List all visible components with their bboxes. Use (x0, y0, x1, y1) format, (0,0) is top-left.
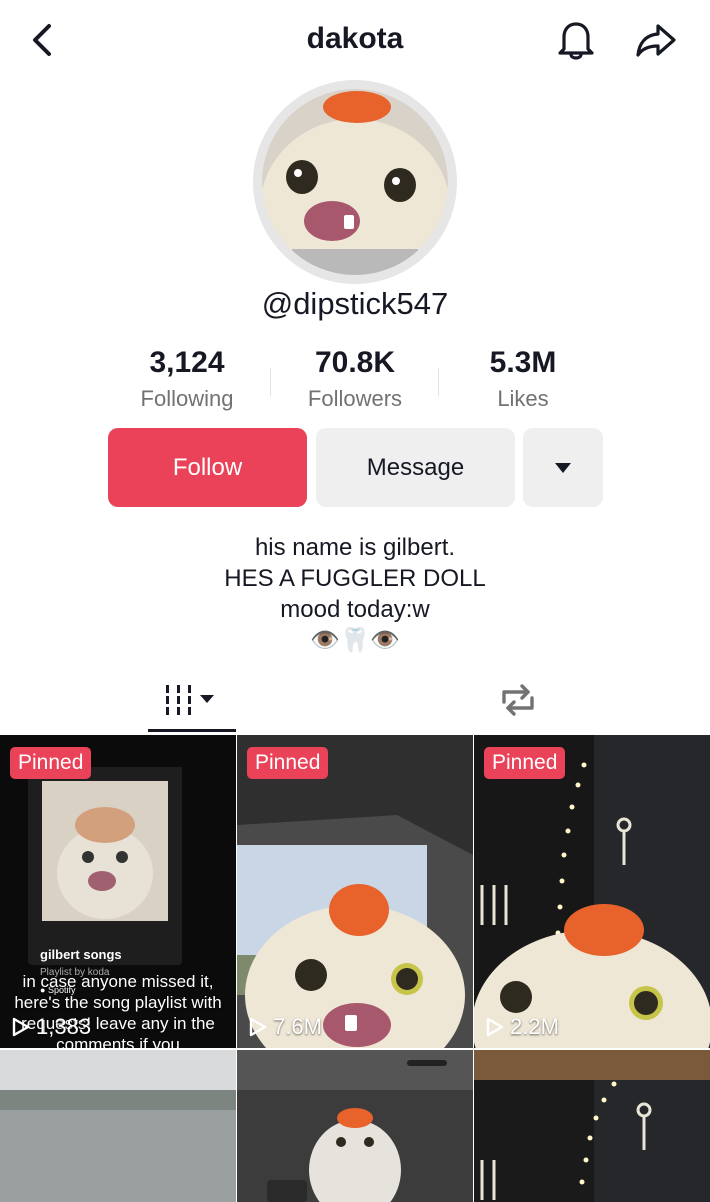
play-icon (12, 1017, 30, 1037)
follow-button[interactable]: Follow (108, 428, 307, 507)
profile-bio: his name is gilbert. HES A FUGGLER DOLL … (0, 532, 710, 656)
bio-line: his name is gilbert. (254, 534, 456, 561)
video-tile[interactable]: Pinned 2.2M (474, 735, 710, 1048)
view-count-label: 7.6M (273, 1014, 322, 1039)
playlist-title: gilbert songs (40, 947, 122, 962)
message-button[interactable]: Message (316, 428, 515, 507)
video-tile[interactable] (237, 1050, 473, 1202)
bell-icon (558, 22, 594, 60)
playlist-card: gilbert songs Playlist by koda ● Spotify (28, 767, 182, 995)
dropdown-caret-icon (555, 462, 571, 473)
avatar-image (262, 89, 448, 275)
view-count-label: 2.2M (510, 1014, 559, 1039)
profile-handle: @dipstick547 (261, 286, 449, 321)
bio-emoji-line: 👁️🦷👁️ (310, 627, 400, 654)
tab-videos[interactable] (148, 668, 236, 732)
view-count: 7.6M (249, 1014, 322, 1040)
following-count: 3,124 (149, 346, 225, 379)
followers-count: 70.8K (314, 346, 396, 379)
view-count: 1,383 (12, 1014, 91, 1040)
bio-line: HES A FUGGLER DOLL (224, 565, 486, 592)
profile-stats: 3,124 Following 70.8K Followers 5.3M Lik… (0, 344, 710, 424)
video-tile[interactable]: Pinned 7.6M (237, 735, 473, 1048)
play-icon (486, 1017, 504, 1037)
top-bar: dakota (0, 0, 710, 84)
likes-count: 5.3M (489, 346, 557, 379)
stat-likes[interactable]: 5.3M Likes (439, 344, 607, 424)
share-button[interactable] (628, 12, 684, 68)
pinned-badge: Pinned (10, 747, 92, 779)
likes-label: Likes (497, 386, 549, 411)
play-icon (249, 1017, 267, 1037)
followers-label: Followers (307, 386, 403, 411)
video-tile[interactable] (474, 1050, 710, 1202)
notification-button[interactable] (548, 12, 604, 68)
view-count: 2.2M (486, 1014, 559, 1040)
video-tile[interactable] (0, 1050, 236, 1202)
active-tab-indicator (148, 729, 236, 732)
stat-followers[interactable]: 70.8K Followers (271, 344, 439, 424)
pinned-badge: Pinned (484, 747, 566, 779)
repost-tab-icon (502, 684, 534, 716)
bio-line: mood today:w (280, 596, 430, 623)
following-label: Following (140, 386, 234, 411)
video-tile[interactable]: gilbert songs Playlist by koda ● Spotify… (0, 735, 236, 1048)
stat-following[interactable]: 3,124 Following (103, 344, 271, 424)
profile-avatar[interactable] (253, 80, 457, 284)
share-arrow-icon (636, 24, 676, 57)
tab-reposts[interactable] (474, 668, 562, 732)
pinned-badge: Pinned (247, 747, 329, 779)
grid-tab-icon (166, 685, 214, 715)
view-count-label: 1,383 (36, 1014, 92, 1039)
suggested-accounts-button[interactable] (523, 428, 603, 507)
video-grid: gilbert songs Playlist by koda ● Spotify… (0, 735, 710, 1202)
